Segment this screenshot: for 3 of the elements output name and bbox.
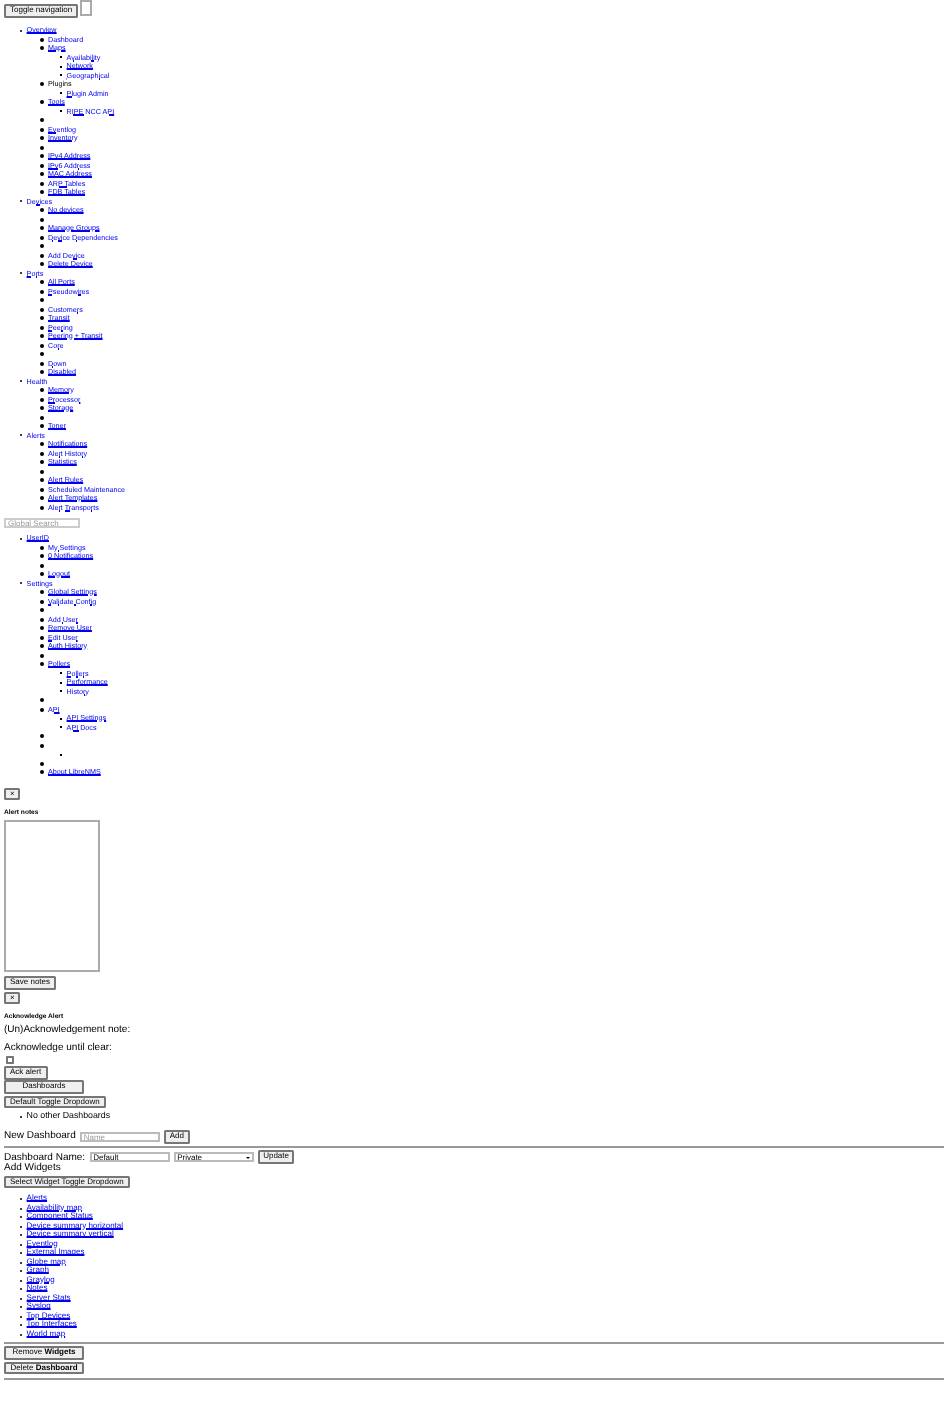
checkbox[interactable] bbox=[5, 1055, 15, 1065]
image-icon bbox=[80, 0, 93, 16]
notes-field[interactable] bbox=[4, 820, 100, 973]
